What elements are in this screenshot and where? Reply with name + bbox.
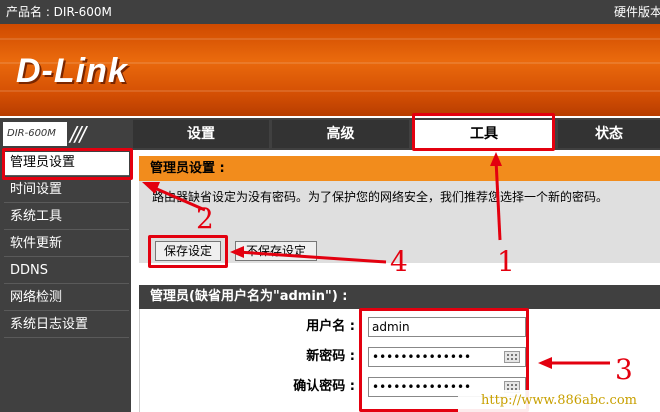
tab-setup[interactable]: 设置 [133,120,269,148]
tab-advanced[interactable]: 高级 [272,120,409,148]
step-4-number: 4 [390,245,408,278]
sidebar-item-system-tools[interactable]: 系统工具 [4,206,129,230]
step-2-number: 2 [196,202,214,235]
tab-status[interactable]: 状态 [558,120,660,148]
admin-account-title: 管理员(缺省用户名为"admin") : [139,285,660,309]
product-name-label: 产品名 : DIR-600M [6,5,112,19]
site-watermark: http://www.886abc.com [458,390,660,412]
main-nav-bar: DIR-600M /// 设置 高级 工具 状态 [0,118,660,150]
sidebar-item-time-settings[interactable]: 时间设置 [4,179,129,203]
highlight-admin-settings [2,148,133,180]
model-badge: DIR-600M [3,122,67,146]
brand-banner: D-Link [0,24,660,116]
slash-decoration: /// [70,122,86,146]
sidebar-item-network-check[interactable]: 网络检测 [4,287,129,311]
admin-settings-description: 路由器缺省设定为没有密码。为了保护您的网络安全，我们推荐您选择一个新的密码。 [152,190,609,204]
sidebar-item-firmware-update[interactable]: 软件更新 [4,233,129,257]
admin-settings-title: 管理员设置 : [139,156,660,181]
sidebar-item-syslog-settings[interactable]: 系统日志设置 [4,314,129,338]
top-info-bar: 产品名 : DIR-600M 硬件版本 [0,0,660,24]
sidebar-menu: 管理员设置 时间设置 系统工具 软件更新 DDNS 网络检测 系统日志设置 [0,150,131,412]
step-1-number: 1 [497,245,515,278]
step-3-number: 3 [615,353,633,386]
dlink-logo: D-Link [16,52,128,90]
discard-settings-button[interactable]: 不保存设定 [235,241,317,261]
confirm-password-label: 确认密码 : [293,379,355,394]
router-admin-page: 产品名 : DIR-600M 硬件版本 D-Link DIR-600M /// … [0,0,660,412]
username-label: 用户名 : [306,319,355,334]
sidebar-item-ddns[interactable]: DDNS [4,260,129,284]
hardware-version-label: 硬件版本 [614,5,660,19]
highlight-tools-tab [412,113,555,151]
new-password-label: 新密码 : [306,349,355,364]
highlight-save-button [148,235,228,268]
